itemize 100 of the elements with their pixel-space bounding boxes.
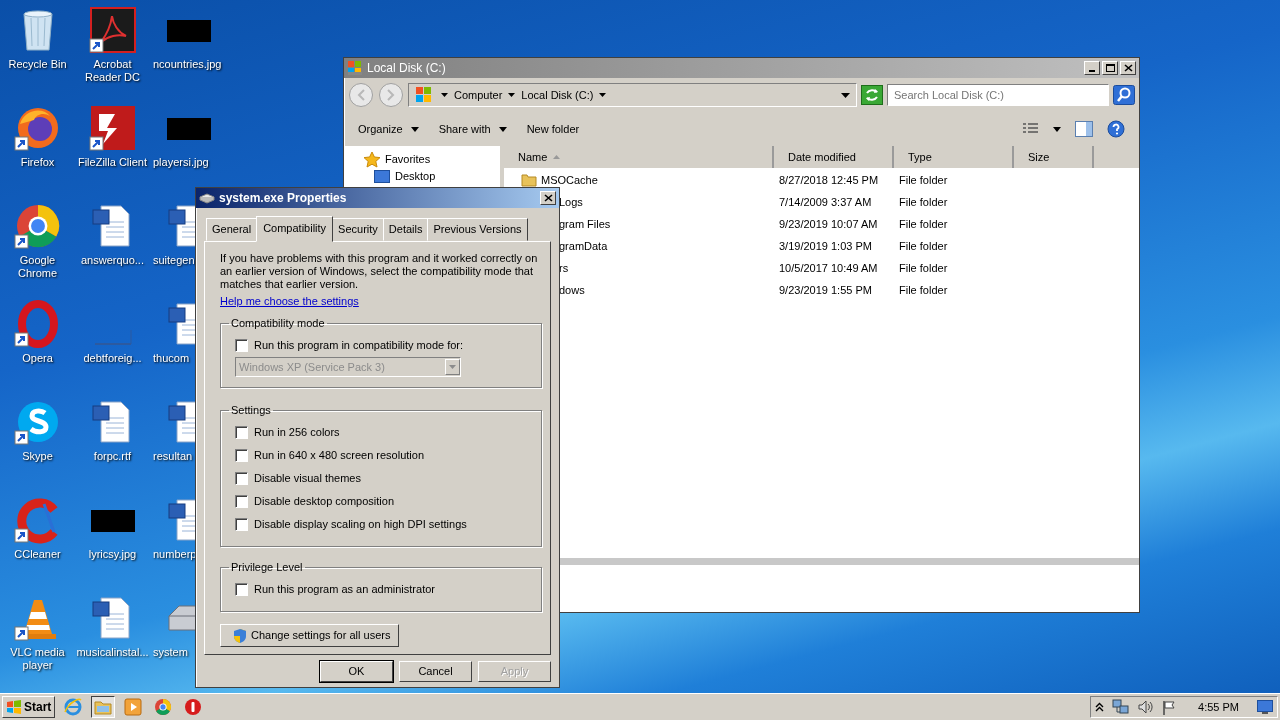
- caret-icon[interactable]: [1053, 126, 1061, 132]
- caret-icon: [449, 365, 456, 369]
- tab[interactable]: Details: [382, 218, 429, 241]
- date-modified: 3/19/2019 1:03 PM: [779, 238, 872, 254]
- search-button[interactable]: [1113, 85, 1135, 105]
- browser-icon: [64, 698, 83, 716]
- desktop-icon-label[interactable]: thucom: [153, 352, 190, 365]
- tab[interactable]: General: [206, 218, 258, 241]
- breadcrumb-item[interactable]: Local Disk (C:): [521, 86, 594, 104]
- chevron-up-icon[interactable]: [1095, 702, 1105, 712]
- taskbar-button[interactable]: [91, 696, 116, 718]
- dropdown-caret-icon[interactable]: [841, 92, 850, 98]
- file-type: File folder: [899, 172, 948, 188]
- clock[interactable]: 4:55 PM: [1198, 698, 1239, 716]
- date-modified: 9/23/2019 1:55 PM: [779, 282, 872, 298]
- flag-icon[interactable]: [1162, 699, 1177, 715]
- windows-logo-icon: [6, 700, 22, 714]
- network-icon[interactable]: [1112, 699, 1131, 715]
- ftp-app-icon[interactable]: [88, 104, 137, 152]
- checkbox-label[interactable]: Run in 640 x 480 screen resolution: [254, 447, 424, 464]
- search-field[interactable]: Search Local Disk (C:): [887, 84, 1109, 106]
- file-name[interactable]: Logs: [559, 193, 583, 211]
- desktop-icon-label[interactable]: Acrobat Reader DC: [75, 58, 150, 84]
- checkbox[interactable]: [235, 449, 248, 462]
- toolbar-button[interactable]: New folder: [526, 120, 580, 138]
- help-icon[interactable]: [1107, 120, 1125, 138]
- close-button[interactable]: [540, 191, 556, 205]
- column-header[interactable]: Date modified: [774, 146, 894, 168]
- dialog-button[interactable]: Cancel: [399, 660, 472, 682]
- desktop-icon-label[interactable]: Firefox: [20, 156, 55, 169]
- desktop-icon-label[interactable]: Opera: [22, 352, 53, 365]
- start-button[interactable]: Start: [2, 696, 56, 718]
- desktop-icon-label[interactable]: lyricsy.jpg: [88, 548, 137, 561]
- date-modified: 8/27/2018 12:45 PM: [779, 172, 879, 188]
- caret-icon[interactable]: [508, 93, 516, 97]
- file-name[interactable]: gram Files: [559, 215, 611, 233]
- description-text: If you have problems with this program and it worked correctly on an earlier version of Windows, select the compatibility mode that matches that earlier version.: [220, 251, 539, 291]
- desktop-icon-label[interactable]: Google Chrome: [0, 254, 75, 280]
- checkbox-label[interactable]: Run this program in compatibility mode for:: [254, 337, 464, 354]
- dropdown-field: Windows XP (Service Pack 3): [235, 357, 461, 377]
- browser-icon[interactable]: [13, 202, 62, 250]
- file-name[interactable]: gramData: [559, 237, 608, 255]
- desktop-icon-label[interactable]: playersi.jpg: [153, 156, 209, 169]
- column-header[interactable]: Type: [894, 146, 1014, 168]
- nav-item[interactable]: Favorites: [385, 151, 431, 168]
- group-title: Compatibility mode: [230, 317, 326, 330]
- preview-pane-icon[interactable]: [1075, 121, 1093, 137]
- breadcrumb-item[interactable]: Computer: [454, 86, 503, 104]
- desktop-icon-label[interactable]: resultan: [153, 450, 193, 463]
- pdf-app-icon[interactable]: [88, 6, 137, 54]
- tab[interactable]: Compatibility: [256, 216, 334, 242]
- caret-icon[interactable]: [441, 93, 448, 97]
- desktop-icon-label[interactable]: debtforeig...: [83, 352, 142, 365]
- column-header[interactable]: Size: [1014, 146, 1094, 168]
- checkbox[interactable]: [235, 426, 248, 439]
- toolbar-button[interactable]: Share with: [438, 120, 507, 138]
- star-icon: [364, 151, 380, 168]
- checkbox[interactable]: [235, 339, 248, 352]
- desktop-icon-label[interactable]: CCleaner: [14, 548, 61, 561]
- checkbox[interactable]: [235, 472, 248, 485]
- close-icon: [1123, 64, 1133, 72]
- desktop-icon-label[interactable]: FileZilla Client: [77, 156, 148, 169]
- window-title: Local Disk (C:): [367, 60, 447, 77]
- date-modified: 9/23/2019 10:07 AM: [779, 216, 878, 232]
- desktop-icon-label[interactable]: answerquo...: [81, 254, 144, 267]
- address-bar[interactable]: Computer Local Disk (C:): [408, 83, 857, 107]
- help-link[interactable]: Help me choose the settings: [220, 292, 359, 309]
- shield-icon: [233, 628, 247, 643]
- desktop-icon-label[interactable]: numberp: [153, 548, 197, 561]
- file-type: File folder: [899, 216, 948, 232]
- tab[interactable]: Previous Versions: [427, 218, 528, 241]
- caret-icon[interactable]: [599, 93, 607, 97]
- file-name[interactable]: rs: [559, 259, 569, 277]
- checkbox[interactable]: [235, 495, 248, 508]
- checkbox-label[interactable]: Disable display scaling on high DPI settings: [254, 516, 467, 533]
- desktop-icon-label[interactable]: Skype: [22, 450, 53, 463]
- show-desktop-icon[interactable]: [1257, 700, 1273, 714]
- checkbox[interactable]: [235, 583, 248, 596]
- toolbar-button[interactable]: Organize: [358, 120, 419, 138]
- column-header[interactable]: Name: [504, 146, 774, 168]
- desktop-icon-label[interactable]: ncountries.jpg: [153, 58, 222, 71]
- file-name[interactable]: dows: [559, 281, 585, 299]
- checkbox[interactable]: [235, 518, 248, 531]
- view-options-icon[interactable]: [1023, 123, 1039, 135]
- sort-arrow-icon: [553, 155, 561, 159]
- desktop-icon-label[interactable]: suitegen: [153, 254, 195, 267]
- monitor-icon: [374, 169, 390, 184]
- refresh-button[interactable]: [861, 85, 883, 105]
- change-settings-button[interactable]: Change settings for all users: [220, 624, 399, 647]
- checkbox-label[interactable]: Run this program as an administrator: [254, 581, 435, 598]
- dialog-button[interactable]: OK: [320, 660, 393, 682]
- checkbox-label[interactable]: Disable visual themes: [254, 470, 361, 487]
- speaker-icon[interactable]: [1138, 700, 1155, 714]
- desktop-icon-label[interactable]: Recycle Bin: [8, 58, 67, 71]
- nav-item[interactable]: Desktop: [395, 168, 436, 185]
- checkbox-label[interactable]: Disable desktop composition: [254, 493, 395, 510]
- checkbox-label[interactable]: Run in 256 colors: [254, 424, 340, 441]
- file-name[interactable]: MSOCache: [541, 171, 598, 189]
- desktop-icon-label[interactable]: forpc.rtf: [93, 450, 132, 463]
- date-modified: 10/5/2017 10:49 AM: [779, 260, 878, 276]
